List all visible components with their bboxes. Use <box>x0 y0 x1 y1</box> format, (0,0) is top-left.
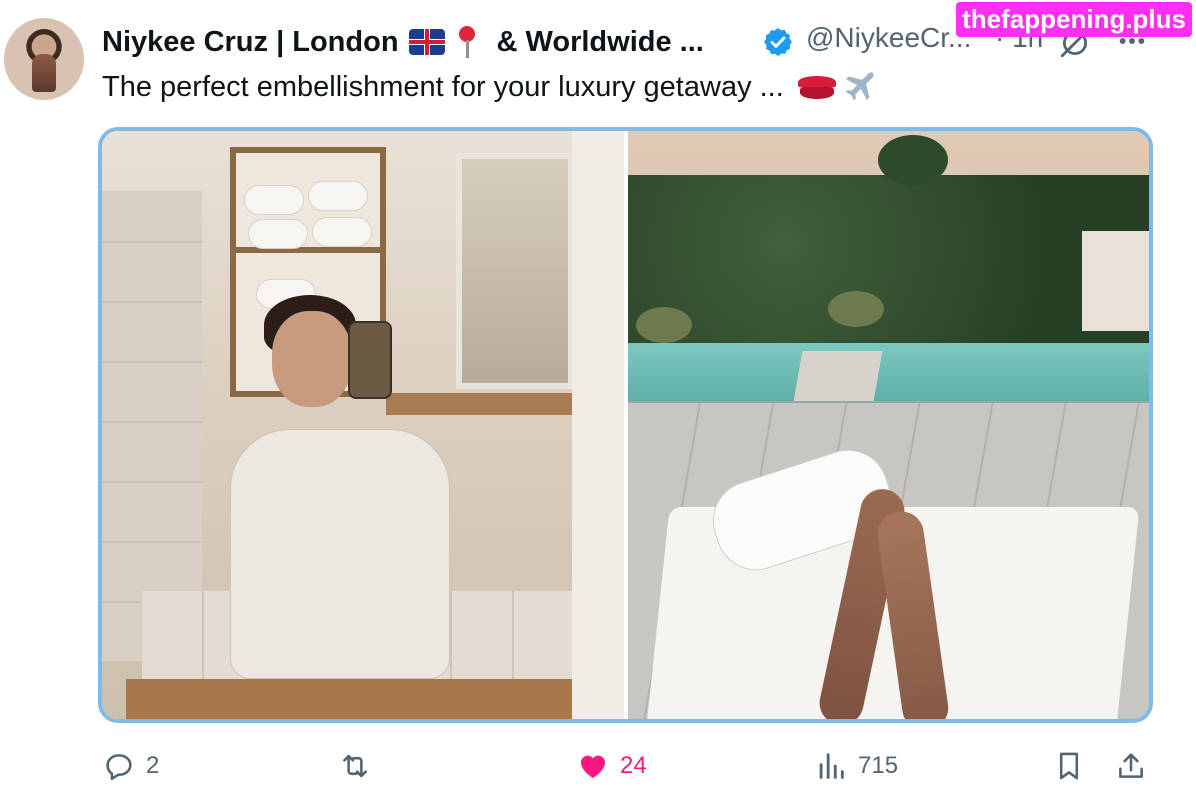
palm-tree <box>878 135 948 185</box>
phone <box>348 321 392 399</box>
views-button[interactable]: 715 <box>814 748 898 784</box>
reply-count: 2 <box>146 752 160 779</box>
photo-1[interactable] <box>102 131 624 719</box>
pool-divider <box>793 351 883 401</box>
rolled-towel <box>308 181 368 211</box>
round-pushpin-icon <box>455 24 479 60</box>
photo-2[interactable] <box>628 131 1149 719</box>
heart-filled-icon <box>580 755 606 779</box>
rolled-towel <box>244 185 304 215</box>
share-icon <box>1119 753 1143 778</box>
tweet-text-row: The perfect embellishment for your luxur… <box>102 68 878 106</box>
bookmark-button[interactable] <box>1052 748 1086 784</box>
potted-plant <box>636 307 692 343</box>
watermark: thefappening.plus <box>956 2 1192 37</box>
tweet-text: The perfect embellishment for your luxur… <box>102 70 784 103</box>
potted-plant <box>828 291 884 327</box>
views-icon <box>819 753 844 779</box>
like-count: 24 <box>620 752 647 779</box>
airplane-icon <box>845 72 874 101</box>
rolled-towel <box>312 217 372 247</box>
action-bar: 2 24 715 <box>0 744 1196 786</box>
media-grid[interactable] <box>98 127 1153 723</box>
avatar-figure <box>32 54 56 92</box>
bathrobe <box>230 429 450 679</box>
display-name-suffix[interactable]: & Worldwide ... <box>497 26 704 59</box>
uk-flag-icon <box>408 29 445 55</box>
repost-button[interactable] <box>338 748 382 784</box>
bookmark-icon <box>1059 752 1079 780</box>
repost-icon <box>343 754 367 778</box>
rolled-towel <box>248 219 308 249</box>
hedge <box>628 175 1149 345</box>
view-count: 715 <box>858 752 899 779</box>
avatar[interactable] <box>4 18 84 100</box>
display-name[interactable]: Niykee Cruz | London <box>102 26 399 59</box>
face <box>272 311 352 407</box>
author-handle[interactable]: @NiykeeCr... <box>806 22 971 54</box>
share-button[interactable] <box>1114 748 1148 784</box>
desk <box>126 679 576 719</box>
reply-icon <box>106 754 132 781</box>
shelf-divider <box>230 247 386 253</box>
white-wall <box>1082 231 1149 331</box>
tweet[interactable]: Niykee Cruz | London & Worldwide ... @Ni… <box>0 0 1196 786</box>
verified-badge-icon <box>764 28 792 56</box>
lips-icon <box>797 74 836 100</box>
reply-button[interactable]: 2 <box>102 748 159 784</box>
pool <box>628 343 1149 401</box>
like-button[interactable]: 24 <box>576 748 647 784</box>
mirror <box>456 153 574 389</box>
door-frame <box>572 131 624 719</box>
